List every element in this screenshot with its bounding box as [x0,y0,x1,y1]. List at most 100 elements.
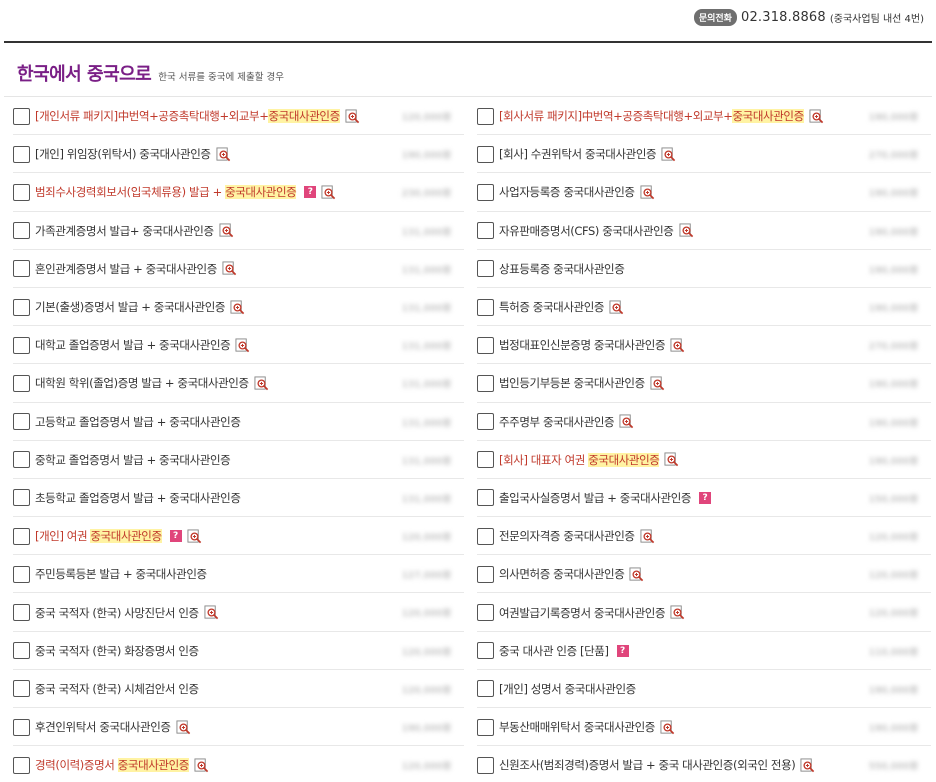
item-label[interactable]: 중국 국적자 (한국) 화장증명서 인증 [35,643,199,659]
item-label[interactable]: 의사면허증 중국대사관인증 [499,566,625,582]
item-checkbox[interactable] [477,756,494,774]
left-document-item[interactable]: [개인서류 패키지]中번역+공증촉탁대행+외교부+중국대사관인증 [13,97,467,135]
left-document-item[interactable]: 혼인관계증명서 발급 + 중국대사관인증 [13,250,467,288]
left-document-item[interactable]: 중학교 졸업증명서 발급 + 중국대사관인증 [13,441,467,479]
item-checkbox[interactable] [13,107,30,125]
magnifier-plus-icon[interactable] [345,109,360,124]
left-document-item[interactable]: [개인] 위임장(위탁서) 중국대사관인증 [13,135,467,173]
magnifier-plus-icon[interactable] [204,605,219,620]
item-label[interactable]: 여권발급기록증명서 중국대사관인증 [499,605,666,621]
item-checkbox[interactable] [477,680,494,698]
item-label[interactable]: 주민등록등본 발급 + 중국대사관인증 [35,566,207,582]
item-label[interactable]: 중국 대사관 인증 [단품] [499,643,609,659]
contact-phone-number[interactable]: 02.318.8868 [741,10,826,25]
item-label[interactable]: 신원조사(범죄경력)증명서 발급 + 중국 대사관인증(외국인 전용) [499,757,796,773]
magnifier-plus-icon[interactable] [661,147,676,162]
magnifier-plus-icon[interactable] [629,567,644,582]
help-badge-icon[interactable]: ? [304,186,317,199]
left-document-item[interactable]: 중국 국적자 (한국) 사망진단서 인증 [13,593,467,631]
left-document-item[interactable]: [개인] 여권 중국대사관인증? [13,517,467,555]
item-checkbox[interactable] [477,374,494,392]
item-label[interactable]: 기본(출생)증명서 발급 + 중국대사관인증 [35,299,225,315]
item-label[interactable]: [회사] 수권위탁서 중국대사관인증 [499,146,657,162]
magnifier-plus-icon[interactable] [640,185,655,200]
magnifier-plus-icon[interactable] [222,261,237,276]
left-document-item[interactable]: 후견인위탁서 중국대사관인증 [13,708,467,746]
item-checkbox[interactable] [13,565,30,583]
item-label[interactable]: 부동산매매위탁서 중국대사관인증 [499,719,655,735]
magnifier-plus-icon[interactable] [235,338,250,353]
item-label[interactable]: 후견인위탁서 중국대사관인증 [35,719,171,735]
magnifier-plus-icon[interactable] [670,338,685,353]
magnifier-plus-icon[interactable] [800,758,815,773]
item-label[interactable]: 법인등기부등본 중국대사관인증 [499,375,645,391]
magnifier-plus-icon[interactable] [660,720,675,735]
item-checkbox[interactable] [13,489,30,507]
left-document-item[interactable]: 대학교 졸업증명서 발급 + 중국대사관인증 [13,326,467,364]
item-label[interactable]: 대학교 졸업증명서 발급 + 중국대사관인증 [35,337,231,353]
item-label[interactable]: [개인] 여권 중국대사관인증 [35,528,162,544]
item-checkbox[interactable] [477,718,494,736]
left-document-item[interactable]: 대학원 학위(졸업)증명 발급 + 중국대사관인증 [13,364,467,402]
magnifier-plus-icon[interactable] [321,185,336,200]
right-document-item[interactable]: 특허증 중국대사관인증 [477,288,931,326]
item-checkbox[interactable] [13,145,30,163]
item-checkbox[interactable] [477,298,494,316]
item-label[interactable]: 상표등록증 중국대사관인증 [499,261,625,277]
magnifier-plus-icon[interactable] [640,529,655,544]
item-checkbox[interactable] [13,374,30,392]
item-label[interactable]: 중국 국적자 (한국) 시체검안서 인증 [35,681,199,697]
item-checkbox[interactable] [13,756,30,774]
right-document-item[interactable]: [회사] 수권위탁서 중국대사관인증 [477,135,931,173]
right-document-item[interactable]: 법정대표인신분증명 중국대사관인증 [477,326,931,364]
right-document-item[interactable]: 중국 대사관 인증 [단품]? [477,632,931,670]
item-checkbox[interactable] [13,222,30,240]
magnifier-plus-icon[interactable] [809,109,824,124]
item-checkbox[interactable] [477,183,494,201]
right-document-item[interactable]: 주주명부 중국대사관인증 [477,403,931,441]
magnifier-plus-icon[interactable] [176,720,191,735]
item-checkbox[interactable] [13,183,30,201]
item-label[interactable]: 초등학교 졸업증명서 발급 + 중국대사관인증 [35,490,241,506]
magnifier-plus-icon[interactable] [216,147,231,162]
item-label[interactable]: 범죄수사경력회보서(입국체류용) 발급 + 중국대사관인증 [35,184,297,200]
item-label[interactable]: 주주명부 중국대사관인증 [499,414,615,430]
right-document-item[interactable]: 신원조사(범죄경력)증명서 발급 + 중국 대사관인증(외국인 전용) [477,746,931,782]
item-label[interactable]: 중국 국적자 (한국) 사망진단서 인증 [35,605,199,621]
item-checkbox[interactable] [13,680,30,698]
item-checkbox[interactable] [477,107,494,125]
item-checkbox[interactable] [477,604,494,622]
left-document-item[interactable]: 가족관계증명서 발급+ 중국대사관인증 [13,212,467,250]
magnifier-plus-icon[interactable] [254,376,269,391]
right-document-item[interactable]: 자유판매증명서(CFS) 중국대사관인증 [477,212,931,250]
item-checkbox[interactable] [477,489,494,507]
magnifier-plus-icon[interactable] [670,605,685,620]
right-document-item[interactable]: [회사서류 패키지]中번역+공증촉탁대행+외교부+중국대사관인증 [477,97,931,135]
item-checkbox[interactable] [477,222,494,240]
right-document-item[interactable]: [회사] 대표자 여권 중국대사관인증 [477,441,931,479]
left-document-item[interactable]: 경력(이력)증명서 중국대사관인증 [13,746,467,782]
magnifier-plus-icon[interactable] [664,452,679,467]
item-label[interactable]: 법정대표인신분증명 중국대사관인증 [499,337,666,353]
item-label[interactable]: 전문의자격증 중국대사관인증 [499,528,635,544]
item-label[interactable]: 특허증 중국대사관인증 [499,299,604,315]
item-label[interactable]: 대학원 학위(졸업)증명 발급 + 중국대사관인증 [35,375,249,391]
item-checkbox[interactable] [477,451,494,469]
item-checkbox[interactable] [13,604,30,622]
magnifier-plus-icon[interactable] [230,300,245,315]
help-badge-icon[interactable]: ? [616,644,629,657]
item-label[interactable]: [회사] 대표자 여권 중국대사관인증 [499,452,660,468]
item-checkbox[interactable] [13,298,30,316]
right-document-item[interactable]: 상표등록증 중국대사관인증 [477,250,931,288]
item-label[interactable]: 경력(이력)증명서 중국대사관인증 [35,757,189,773]
item-checkbox[interactable] [13,642,30,660]
right-document-item[interactable]: 여권발급기록증명서 중국대사관인증 [477,593,931,631]
item-label[interactable]: 가족관계증명서 발급+ 중국대사관인증 [35,223,214,239]
magnifier-plus-icon[interactable] [187,529,202,544]
item-checkbox[interactable] [13,451,30,469]
item-label[interactable]: 고등학교 졸업증명서 발급 + 중국대사관인증 [35,414,241,430]
magnifier-plus-icon[interactable] [678,223,694,238]
help-badge-icon[interactable]: ? [699,491,712,504]
item-label[interactable]: 자유판매증명서(CFS) 중국대사관인증 [499,223,674,239]
magnifier-plus-icon[interactable] [194,758,209,773]
